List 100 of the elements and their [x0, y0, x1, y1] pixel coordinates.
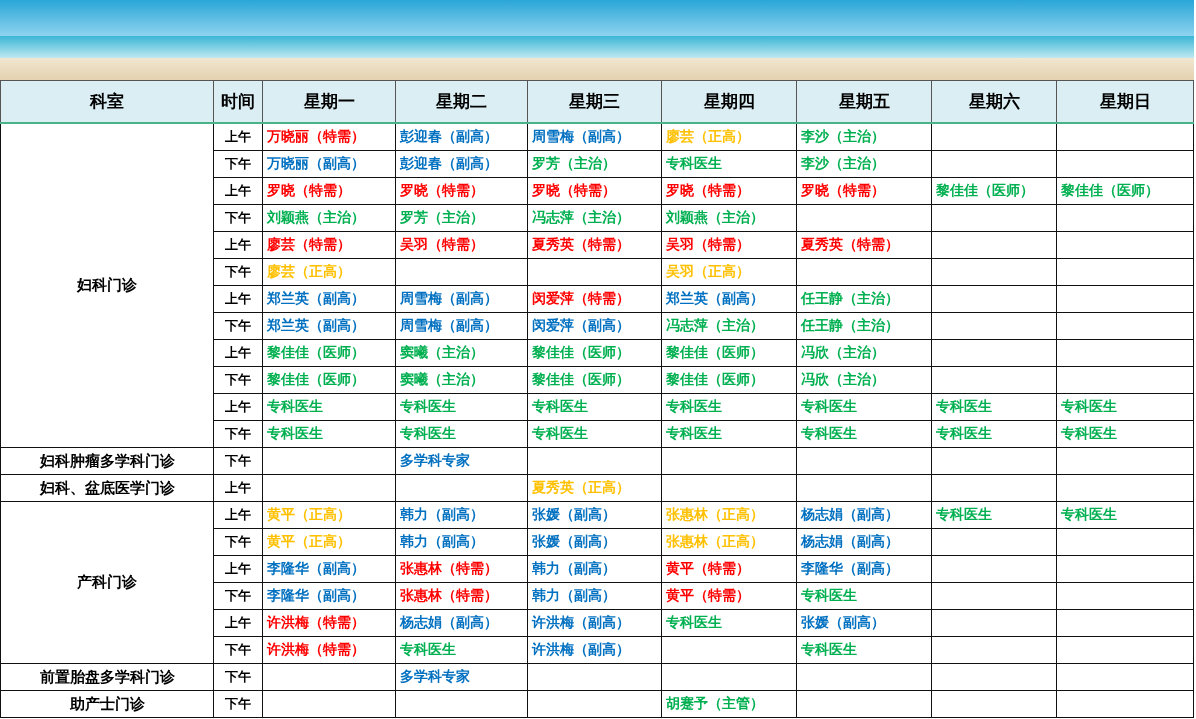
department-cell: 助产士门诊: [0, 690, 214, 718]
doctor-cell: 专科医生: [796, 393, 932, 421]
doctor-cell: 黎佳佳（医师）: [262, 366, 396, 394]
time-cell: 上午: [213, 123, 263, 151]
column-header: 星期五: [796, 80, 932, 123]
time-cell: 下午: [213, 528, 263, 556]
doctor-cell: 韩力（副高）: [395, 528, 528, 556]
doctor-cell: 韩力（副高）: [395, 501, 528, 529]
doctor-cell: 彭迎春（副高）: [395, 123, 528, 151]
doctor-cell: 吴羽（特需）: [661, 231, 797, 259]
doctor-cell: 专科医生: [395, 420, 528, 448]
column-header: 科室: [0, 80, 214, 123]
doctor-cell: 万晓丽（副高）: [262, 150, 396, 178]
doctor-cell: 专科医生: [527, 393, 662, 421]
doctor-cell: 黎佳佳（医师）: [527, 366, 662, 394]
doctor-cell: 许洪梅（副高）: [527, 609, 662, 637]
doctor-cell: 专科医生: [527, 420, 662, 448]
doctor-cell: 窦曦（主治）: [395, 366, 528, 394]
doctor-cell: 杨志娟（副高）: [796, 501, 932, 529]
doctor-cell: 闵爱萍（特需）: [527, 285, 662, 313]
doctor-cell: 专科医生: [931, 393, 1057, 421]
doctor-cell: 黄平（正高）: [262, 501, 396, 529]
doctor-cell: 专科医生: [796, 420, 932, 448]
time-cell: 下午: [213, 447, 263, 475]
doctor-cell: 专科医生: [262, 393, 396, 421]
doctor-cell: 张惠林（正高）: [661, 528, 797, 556]
doctor-cell: 专科医生: [796, 636, 932, 664]
doctor-cell: 闵爱萍（副高）: [527, 312, 662, 340]
time-cell: 下午: [213, 366, 263, 394]
doctor-cell: 罗晓（特需）: [527, 177, 662, 205]
time-cell: 下午: [213, 258, 263, 286]
time-cell: 上午: [213, 501, 263, 529]
doctor-cell: 许洪梅（副高）: [527, 636, 662, 664]
doctor-cell: 冯志萍（主治）: [527, 204, 662, 232]
doctor-cell: 韩力（副高）: [527, 582, 662, 610]
doctor-cell: 罗晓（特需）: [262, 177, 396, 205]
doctor-cell: 黎佳佳（医师）: [661, 339, 797, 367]
doctor-cell: 吴羽（正高）: [661, 258, 797, 286]
doctor-cell: 冯欣（主治）: [796, 366, 932, 394]
doctor-cell: 张媛（副高）: [527, 528, 662, 556]
doctor-cell: 廖芸（正高）: [661, 123, 797, 151]
doctor-cell: 专科医生: [661, 420, 797, 448]
doctor-cell: 郑兰英（副高）: [262, 312, 396, 340]
doctor-cell: 夏秀英（特需）: [527, 231, 662, 259]
doctor-cell: 专科医生: [1056, 420, 1194, 448]
time-cell: 上午: [213, 474, 263, 502]
column-header: 星期一: [262, 80, 396, 123]
column-header: 星期六: [931, 80, 1057, 123]
doctor-cell: 廖芸（正高）: [262, 258, 396, 286]
time-cell: 上午: [213, 609, 263, 637]
doctor-cell: 专科医生: [395, 393, 528, 421]
time-cell: 下午: [213, 312, 263, 340]
doctor-cell: 专科医生: [1056, 393, 1194, 421]
doctor-cell: 专科医生: [1056, 501, 1194, 529]
doctor-cell: 夏秀英（特需）: [796, 231, 932, 259]
doctor-cell: 黎佳佳（医师）: [661, 366, 797, 394]
doctor-cell: 周雪梅（副高）: [527, 123, 662, 151]
department-cell: 妇科肿瘤多学科门诊: [0, 447, 214, 475]
doctor-cell: 郑兰英（副高）: [262, 285, 396, 313]
doctor-cell: 胡蹇予（主管）: [661, 690, 797, 718]
doctor-cell: 专科医生: [661, 393, 797, 421]
doctor-cell: 任王静（主治）: [796, 312, 932, 340]
doctor-cell: 杨志娟（副高）: [395, 609, 528, 637]
time-cell: 下午: [213, 636, 263, 664]
time-cell: 上午: [213, 231, 263, 259]
doctor-cell: 多学科专家: [395, 663, 528, 691]
doctor-cell: 多学科专家: [395, 447, 528, 475]
doctor-cell: 李沙（主治）: [796, 123, 932, 151]
department-cell: 产科门诊: [0, 501, 214, 664]
time-cell: 下午: [213, 150, 263, 178]
column-header: 星期四: [661, 80, 797, 123]
doctor-cell: 许洪梅（特需）: [262, 636, 396, 664]
department-cell: 妇科门诊: [0, 123, 214, 448]
doctor-cell: 韩力（副高）: [527, 555, 662, 583]
doctor-cell: 万晓丽（特需）: [262, 123, 396, 151]
column-header: 时间: [213, 80, 263, 123]
doctor-cell: 刘颖燕（主治）: [262, 204, 396, 232]
doctor-cell: 专科医生: [931, 501, 1057, 529]
doctor-cell: 黎佳佳（医师）: [527, 339, 662, 367]
time-cell: 下午: [213, 663, 263, 691]
doctor-cell: 黄平（正高）: [262, 528, 396, 556]
doctor-cell: 专科医生: [661, 609, 797, 637]
doctor-cell: 冯志萍（主治）: [661, 312, 797, 340]
time-cell: 上午: [213, 339, 263, 367]
doctor-cell: 黄平（特需）: [661, 582, 797, 610]
doctor-cell: 黎佳佳（医师）: [1056, 177, 1194, 205]
doctor-cell: 黎佳佳（医师）: [262, 339, 396, 367]
time-cell: 下午: [213, 204, 263, 232]
time-cell: 上午: [213, 177, 263, 205]
doctor-cell: 周雪梅（副高）: [395, 312, 528, 340]
time-cell: 上午: [213, 555, 263, 583]
department-cell: 妇科、盆底医学门诊: [0, 474, 214, 502]
doctor-cell: 专科医生: [262, 420, 396, 448]
doctor-cell: 专科医生: [796, 582, 932, 610]
doctor-cell: 张媛（副高）: [796, 609, 932, 637]
doctor-cell: 刘颖燕（主治）: [661, 204, 797, 232]
time-cell: 下午: [213, 420, 263, 448]
doctor-cell: 廖芸（特需）: [262, 231, 396, 259]
doctor-cell: 罗晓（特需）: [661, 177, 797, 205]
doctor-cell: 罗芳（主治）: [527, 150, 662, 178]
